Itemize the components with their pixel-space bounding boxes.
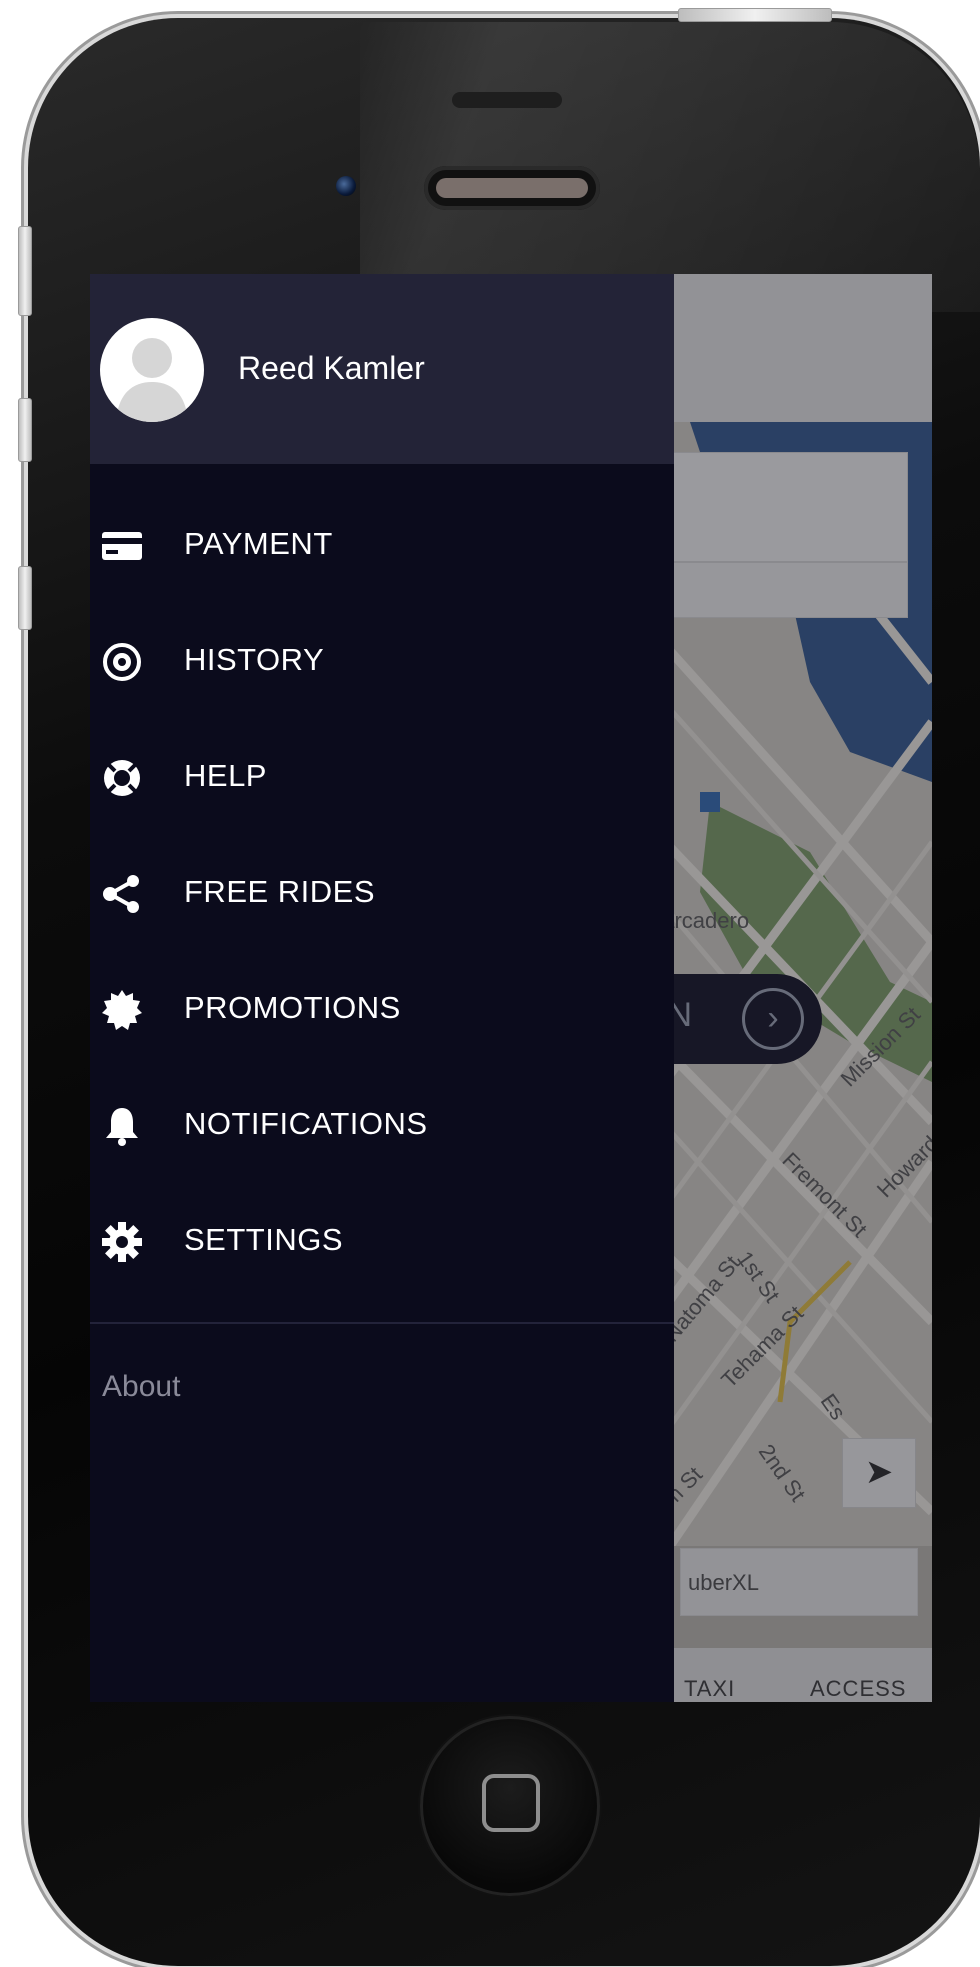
menu-label: HISTORY xyxy=(184,642,325,677)
lifebuoy-icon xyxy=(104,760,140,796)
speaker-grill xyxy=(436,178,588,198)
menu-label: NOTIFICATIONS xyxy=(184,1106,428,1141)
share-icon xyxy=(103,875,139,913)
map-dim-overlay[interactable] xyxy=(674,274,932,1702)
menu-item-help[interactable]: HELP xyxy=(90,732,674,824)
menu-item-payment[interactable]: PAYMENT xyxy=(90,500,674,592)
credit-card-icon xyxy=(102,532,142,560)
menu-label: SETTINGS xyxy=(184,1222,344,1257)
menu-label: FREE RIDES xyxy=(184,874,376,909)
menu-divider xyxy=(90,1322,674,1324)
menu-item-notifications[interactable]: NOTIFICATIONS xyxy=(90,1080,674,1172)
menu-label: HELP xyxy=(184,758,267,793)
front-camera xyxy=(336,176,356,196)
menu-item-free-rides[interactable]: FREE RIDES xyxy=(90,848,674,940)
menu-label: PROMOTIONS xyxy=(184,990,401,1025)
menu-item-settings[interactable]: SETTINGS xyxy=(90,1196,674,1288)
user-name: Reed Kamler xyxy=(238,350,425,386)
bell-icon xyxy=(106,1108,138,1146)
proximity-sensor xyxy=(452,92,562,108)
mute-switch xyxy=(18,226,32,316)
home-square-icon xyxy=(482,1774,540,1832)
menu-label: PAYMENT xyxy=(184,526,333,561)
gear-icon xyxy=(102,1222,142,1262)
menu-item-history[interactable]: HISTORY xyxy=(90,616,674,708)
about-link[interactable]: About xyxy=(102,1370,180,1404)
history-icon xyxy=(103,643,141,681)
avatar[interactable] xyxy=(100,318,204,422)
volume-up-button xyxy=(18,398,32,462)
person-icon xyxy=(116,338,188,422)
power-button xyxy=(678,8,832,22)
menu-item-promotions[interactable]: PROMOTIONS xyxy=(90,964,674,1056)
volume-down-button xyxy=(18,566,32,630)
badge-icon xyxy=(102,990,142,1030)
